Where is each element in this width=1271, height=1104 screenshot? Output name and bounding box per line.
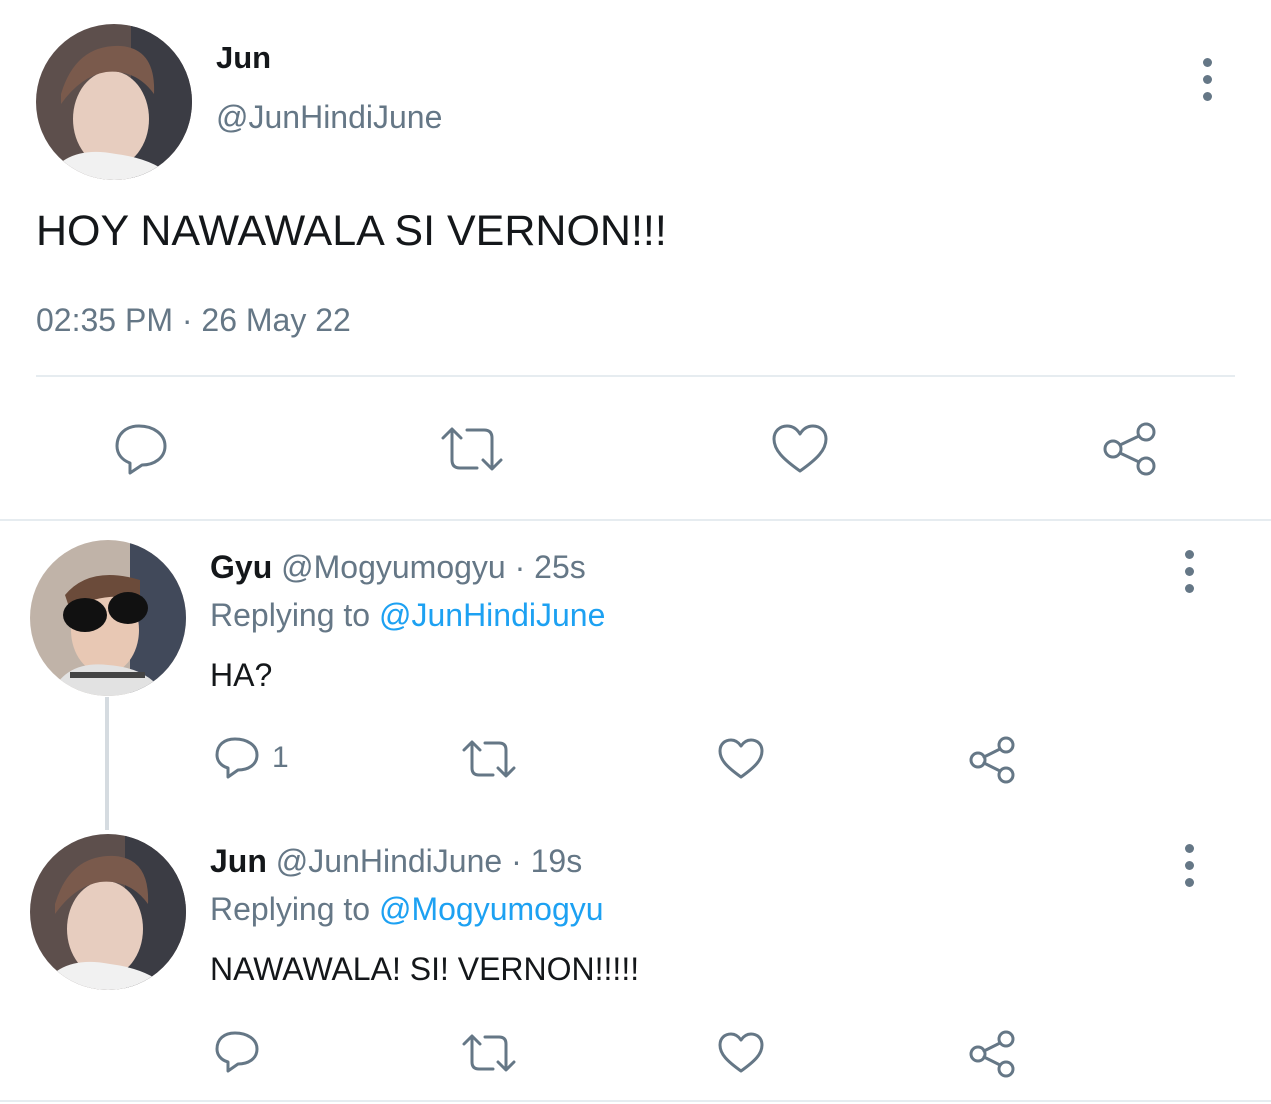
reply-author-avatar[interactable] [30,540,186,696]
share-icon[interactable] [968,735,1018,785]
reply-author-handle[interactable]: @JunHindiJune [276,843,502,879]
heart-icon[interactable] [717,1031,765,1075]
reply-time[interactable]: · 25s [515,549,586,585]
reply-text: NAWAWALA! SI! VERNON!!!!! [210,951,640,987]
reply-icon[interactable] [214,1030,260,1074]
thread-connector-line [105,697,109,830]
heart-icon[interactable] [771,423,829,475]
replying-to-line: Replying to @JunHindiJune [210,597,605,634]
reply-icon[interactable] [214,736,260,780]
replying-to-line: Replying to @Mogyumogyu [210,891,604,928]
reply-header: Gyu @Mogyumogyu · 25s [210,549,586,586]
reply-author-name[interactable]: Jun [210,843,267,879]
section-divider [0,519,1271,521]
main-author-handle[interactable]: @JunHindiJune [216,99,442,136]
main-tweet-timestamp[interactable]: 02:35 PM · 26 May 22 [36,302,351,339]
bottom-divider [0,1100,1271,1102]
main-tweet-text: HOY NAWAWALA SI VERNON!!! [36,207,667,255]
retweet-icon[interactable] [439,424,505,474]
replying-to-mention[interactable]: @JunHindiJune [379,597,605,633]
heart-icon[interactable] [717,737,765,781]
retweet-icon[interactable] [461,1032,517,1074]
replying-to-label: Replying to [210,597,371,633]
reply-header: Jun @JunHindiJune · 19s [210,843,582,880]
main-tweet-divider [36,375,1235,377]
reply-time[interactable]: · 19s [511,843,582,879]
reply-author-handle[interactable]: @Mogyumogyu [281,549,506,585]
reply-icon[interactable] [113,422,169,476]
reply-more-options-icon[interactable] [1185,844,1194,895]
retweet-icon[interactable] [461,738,517,780]
share-icon[interactable] [968,1029,1018,1079]
main-author-avatar[interactable] [36,24,192,180]
replying-to-mention[interactable]: @Mogyumogyu [379,891,604,927]
replying-to-label: Replying to [210,891,371,927]
reply-count: 1 [272,741,289,774]
main-more-options-icon[interactable] [1203,58,1212,109]
reply-author-name[interactable]: Gyu [210,549,272,585]
reply-text: HA? [210,657,273,693]
main-author-name[interactable]: Jun [216,40,271,76]
share-icon[interactable] [1101,420,1159,478]
reply-author-avatar[interactable] [30,834,186,990]
reply-more-options-icon[interactable] [1185,550,1194,601]
